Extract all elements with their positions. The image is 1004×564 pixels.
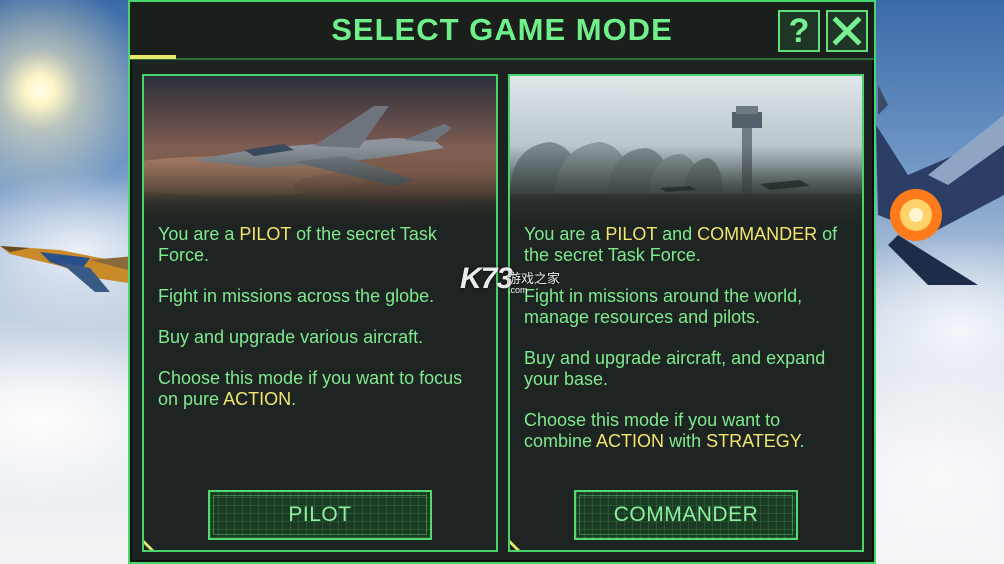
keyword-highlight: PILOT [239, 224, 292, 244]
keyword-highlight: COMMANDER [697, 224, 818, 244]
description-paragraph: Buy and upgrade various aircraft. [158, 327, 424, 347]
dialog-header: SELECT GAME MODE ? [130, 2, 874, 60]
pilot-mode-button[interactable]: PILOT [208, 490, 432, 540]
description-paragraph: Fight in missions across the globe. [158, 286, 435, 306]
close-button[interactable] [826, 10, 868, 52]
pilot-mode-description: You are a PILOT of the secret Task Force… [158, 224, 484, 430]
description-paragraph: Choose this mode if you want to combine … [524, 410, 805, 451]
description-paragraph: Buy and upgrade aircraft, and expand you… [524, 348, 826, 389]
help-button[interactable]: ? [778, 10, 820, 52]
close-x-icon [832, 16, 862, 46]
site-watermark: K73 游戏之家 .com [460, 262, 570, 298]
image-fade-overlay [510, 146, 862, 228]
description-paragraph: You are a PILOT and COMMANDER of the sec… [524, 224, 838, 265]
description-paragraph: Fight in missions around the world, mana… [524, 286, 803, 327]
commander-mode-button[interactable]: COMMANDER [574, 490, 798, 540]
corner-accent-icon [144, 540, 154, 550]
image-fade-overlay [144, 146, 496, 228]
keyword-highlight: STRATEGY [706, 431, 800, 451]
background-jet-left [0, 246, 135, 292]
header-accent-bar [130, 55, 176, 59]
background-jet-right [876, 85, 1004, 285]
corner-accent-icon [510, 540, 520, 550]
dialog-title: SELECT GAME MODE [331, 12, 673, 47]
commander-mode-description: You are a PILOT and COMMANDER of the sec… [524, 224, 850, 472]
watermark-logo: K73 [460, 262, 513, 295]
keyword-highlight: PILOT [605, 224, 658, 244]
pilot-mode-card: You are a PILOT of the secret Task Force… [142, 74, 498, 552]
keyword-highlight: ACTION [596, 431, 665, 451]
commander-mode-card: You are a PILOT and COMMANDER of the sec… [508, 74, 864, 552]
description-paragraph: You are a PILOT of the secret Task Force… [158, 224, 437, 265]
description-paragraph: Choose this mode if you want to focus on… [158, 368, 463, 409]
watermark-domain: .com [508, 285, 528, 295]
keyword-highlight: ACTION [223, 389, 292, 409]
